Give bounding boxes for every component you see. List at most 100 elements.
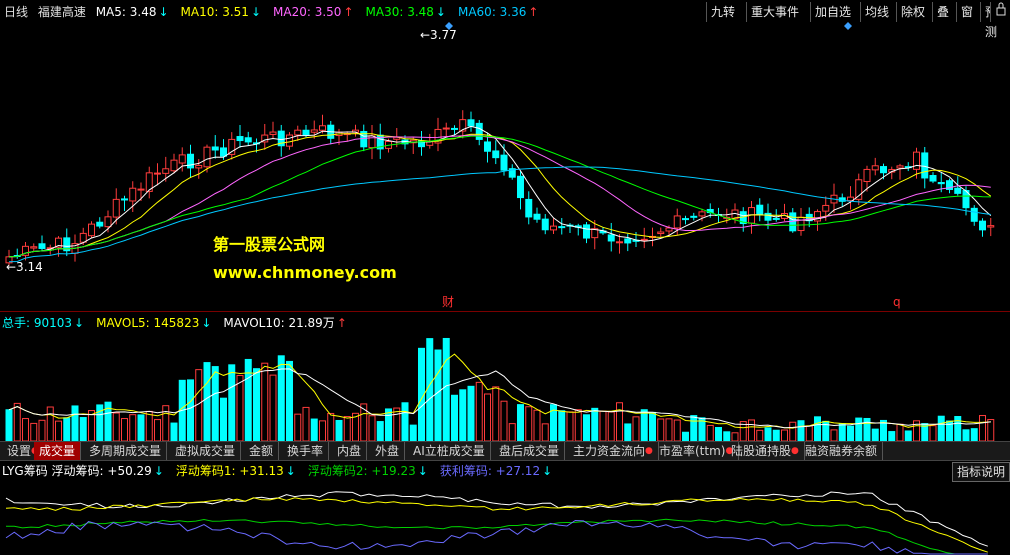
- tab-item[interactable]: AI立桩成交量: [408, 442, 491, 460]
- tab-item[interactable]: 金额: [244, 442, 280, 460]
- candle-body: [96, 221, 104, 227]
- tab-label: 融资融券余额: [805, 444, 878, 458]
- volume-bar: [38, 419, 46, 441]
- ma-item: MA30: 3.48 ↓: [366, 5, 452, 19]
- arrow-down-icon: ↓: [74, 316, 85, 330]
- tab-item[interactable]: 主力资金流向●: [568, 442, 659, 460]
- ind-label: 获利筹码: +27.12: [439, 464, 541, 478]
- ind-label: 浮动筹码2: +19.23: [307, 464, 416, 478]
- volume-bar: [30, 422, 38, 441]
- volume-chart: [5, 337, 995, 441]
- indicator-legend: LYG筹码 浮动筹码: +50.29 ↓ 浮动筹码1: +31.13 ↓ 浮动筹码2: …: [2, 464, 564, 478]
- ind-item: 浮动筹码2: +19.23 ↓: [308, 464, 434, 478]
- candle-body: [987, 225, 995, 228]
- indicator-help-button[interactable]: 指标说明: [951, 462, 1010, 482]
- candle-body: [525, 198, 533, 218]
- toolbar-button[interactable]: 重大事件: [746, 2, 804, 22]
- candle-body: [954, 187, 962, 194]
- indicator-line: [6, 518, 988, 555]
- volume-bar: [154, 419, 161, 441]
- toolbar-button[interactable]: 窗: [956, 2, 978, 22]
- tab-label: 外盘: [375, 444, 400, 458]
- candle-body: [640, 238, 648, 241]
- volume-bar: [814, 416, 821, 441]
- tab-item[interactable]: 陆股通持股●: [726, 442, 805, 460]
- tab-item[interactable]: 内盘: [332, 442, 368, 460]
- vol-label: 总手: 90103: [2, 316, 73, 330]
- candle-body: [937, 182, 945, 185]
- ma-label: MA5: 3.48: [95, 5, 157, 19]
- volume-bar: [682, 431, 689, 441]
- arrow-up-icon: ↑: [343, 5, 354, 19]
- toolbar-button[interactable]: 九转: [706, 2, 740, 22]
- stock-name: 福建高速: [37, 5, 86, 19]
- volume-bar: [409, 424, 417, 441]
- volume-bar: [805, 425, 813, 441]
- vol-item: MAVOL5: 145823 ↓: [96, 316, 217, 330]
- candle-body: [269, 131, 277, 135]
- arrow-down-icon: ↓: [435, 5, 446, 19]
- indicator-line: [5, 491, 988, 547]
- candle-body: [607, 234, 615, 242]
- tab-label: AI立桩成交量: [413, 444, 485, 458]
- indicator-tabs: 设置 ● 成交量多周期成交量虚拟成交量金额换手率内盘外盘 AI立桩成交量盘后成交量主力…: [0, 441, 1010, 461]
- candle-body: [484, 141, 491, 152]
- candle-body: [236, 136, 244, 142]
- candle-body: [871, 165, 879, 171]
- watermark-url: www.chnmoney.com: [213, 263, 397, 282]
- toolbar-button[interactable]: 叠: [932, 2, 954, 22]
- volume-bar: [442, 337, 450, 441]
- arrow-down-icon: ↓: [542, 464, 553, 478]
- toolbar-button[interactable]: 除权: [896, 2, 930, 22]
- event-marker-label: q: [893, 295, 901, 309]
- vol-item: MAVOL10: 21.89万 ↑: [223, 316, 352, 330]
- volume-bar: [607, 411, 615, 441]
- tab-label: 换手率: [287, 444, 324, 458]
- candle-body: [211, 146, 219, 151]
- volume-bar: [665, 418, 673, 441]
- tab-item[interactable]: 成交量: [34, 442, 82, 460]
- volume-bar: [723, 431, 731, 441]
- watermark-title: 第一股票公式网: [213, 235, 326, 254]
- diamond-icon: [844, 22, 852, 30]
- volume-bar: [904, 430, 912, 441]
- volume-bar: [715, 426, 722, 441]
- volume-bar: [71, 405, 79, 441]
- volume-bar: [764, 427, 772, 441]
- candle-body: [310, 129, 318, 133]
- tab-item[interactable]: 外盘: [370, 442, 406, 460]
- toolbar-button[interactable]: 均线: [860, 2, 894, 22]
- volume-bar: [484, 393, 491, 441]
- volume-bar: [269, 374, 277, 441]
- mavol-line: [8, 353, 991, 429]
- low-price-label: ←3.14: [6, 260, 43, 274]
- volume-bar: [79, 417, 87, 441]
- tab-item[interactable]: 虚拟成交量: [170, 442, 242, 460]
- volume-bar: [574, 409, 582, 441]
- candle-body: [657, 231, 665, 235]
- candle-body: [104, 216, 112, 228]
- volume-bar: [129, 414, 137, 441]
- candle-body: [772, 217, 780, 220]
- volume-bar: [591, 407, 599, 441]
- volume-bar: [731, 432, 739, 441]
- ma-item: MA20: 3.50 ↑: [273, 5, 359, 19]
- volume-info-bar: 总手: 90103 ↓ MAVOL5: 145823 ↓ MAVOL10: 21.89万…: [2, 313, 365, 333]
- event-marker-label: 财: [442, 295, 454, 309]
- lock-icon[interactable]: [990, 2, 1010, 22]
- volume-bar: [5, 409, 13, 441]
- volume-bar: [649, 411, 656, 441]
- toolbar-button[interactable]: 加自选: [810, 2, 856, 22]
- volume-bar: [616, 402, 623, 441]
- candle-body: [475, 122, 483, 140]
- tab-label: 主力资金流向: [573, 444, 646, 458]
- candle-body: [583, 224, 590, 239]
- volume-bar: [211, 366, 219, 441]
- tab-item[interactable]: 换手率: [282, 442, 330, 460]
- tab-item[interactable]: 融资融券余额: [800, 442, 884, 460]
- tab-item[interactable]: 多周期成交量: [84, 442, 168, 460]
- arrow-up-icon: ↑: [336, 316, 347, 330]
- volume-bar: [937, 415, 945, 441]
- tab-item[interactable]: 盘后成交量: [494, 442, 566, 460]
- volume-bar: [748, 419, 755, 441]
